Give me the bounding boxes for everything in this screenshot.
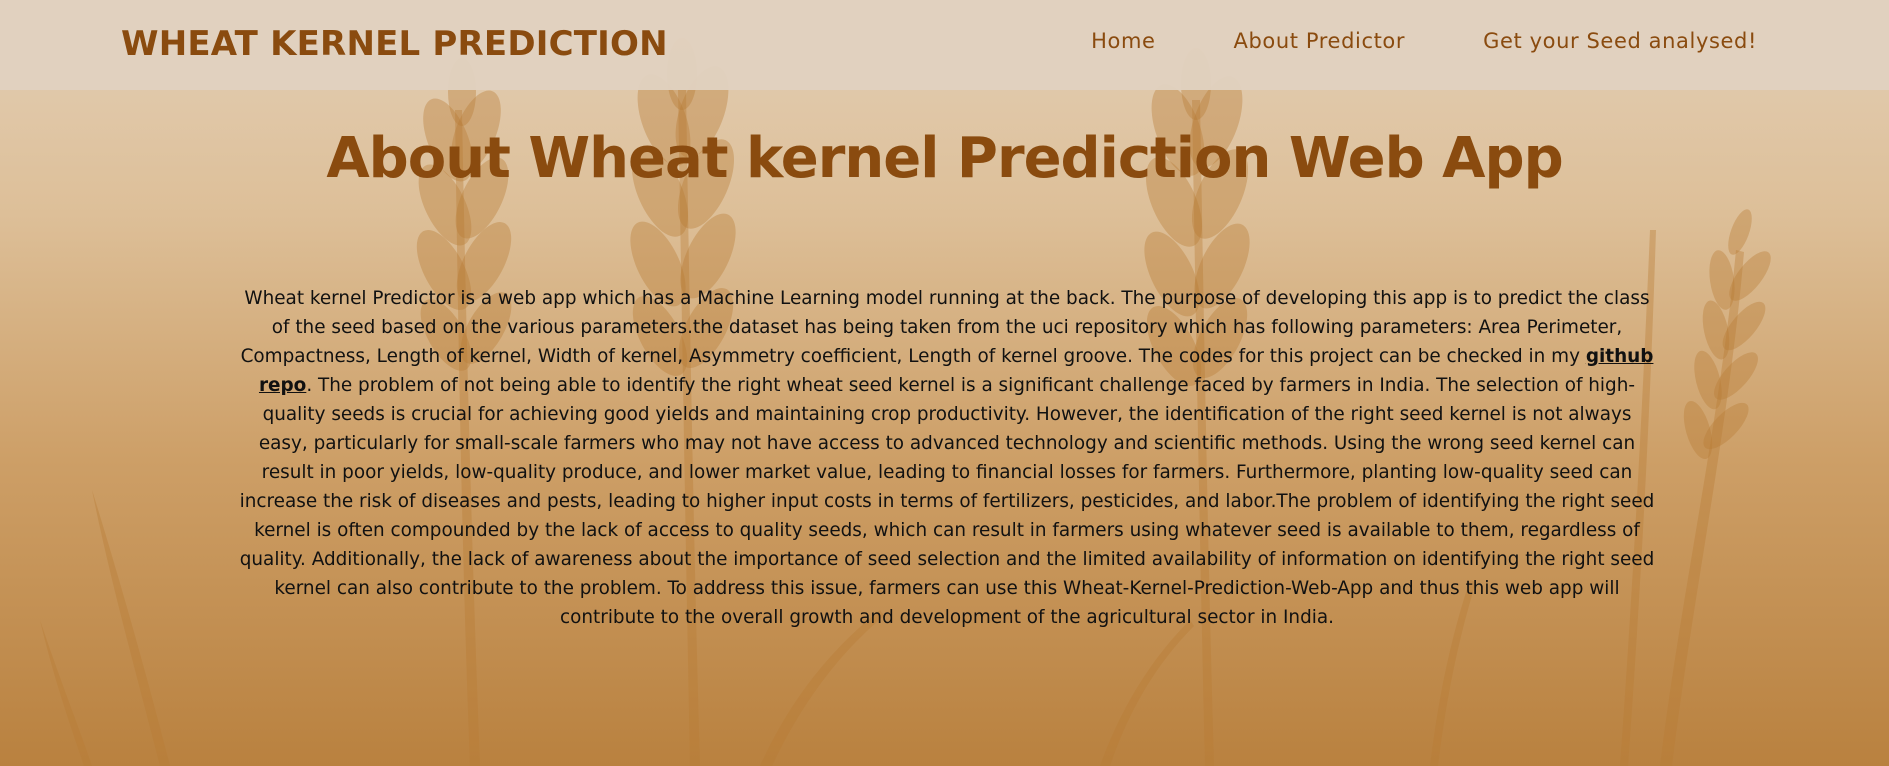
about-paragraph: Wheat kernel Predictor is a web app whic… bbox=[238, 284, 1656, 632]
nav-link-about-predictor[interactable]: About Predictor bbox=[1234, 29, 1406, 53]
page-title: About Wheat kernel Prediction Web App bbox=[326, 126, 1563, 191]
navbar: WHEAT KERNEL PREDICTION Home About Predi… bbox=[0, 0, 1889, 90]
brand-logo-link[interactable]: WHEAT KERNEL PREDICTION bbox=[121, 24, 668, 64]
nav-link-get-seed-analysed[interactable]: Get your Seed analysed! bbox=[1483, 29, 1757, 53]
about-text-part-1: Wheat kernel Predictor is a web app whic… bbox=[240, 288, 1650, 368]
nav-links: Home About Predictor Get your Seed analy… bbox=[1091, 29, 1757, 53]
main-content: About Wheat kernel Prediction Web App Wh… bbox=[0, 90, 1889, 628]
about-text-part-2: . The problem of not being able to ident… bbox=[239, 375, 1655, 629]
nav-link-home[interactable]: Home bbox=[1091, 29, 1155, 53]
